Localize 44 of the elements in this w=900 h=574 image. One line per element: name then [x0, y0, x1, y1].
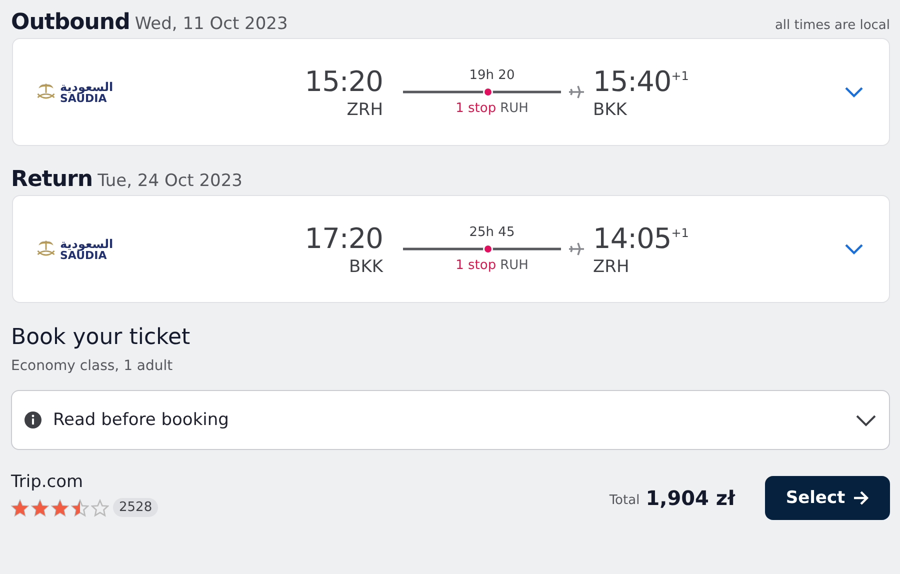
arrival-time: 14:05 — [593, 222, 672, 254]
star-icon — [31, 498, 49, 516]
info-icon — [24, 411, 42, 429]
airline-name: SAUDIA — [60, 92, 107, 104]
stop-count: 1 stop — [456, 258, 496, 273]
airport-code: ZRH — [593, 256, 630, 276]
stopover-airport: RUH — [500, 258, 528, 273]
section-title: Return — [11, 167, 93, 192]
notice-accordion[interactable]: Read before booking — [11, 390, 890, 450]
star-icon — [91, 498, 109, 516]
flight-duration: 25h 45 — [468, 225, 516, 240]
star-icon — [11, 498, 29, 516]
total-label: Total — [609, 492, 640, 508]
airline-name: السعودية — [60, 80, 114, 92]
airport-code: BKK — [593, 100, 627, 120]
stopover-airport: RUH — [500, 101, 528, 116]
provider-name: Trip.com — [11, 472, 84, 492]
airline-name: SAUDIA — [60, 250, 107, 260]
arrival-time: 15:40 — [593, 64, 672, 98]
chevron-icon[interactable] — [844, 86, 864, 98]
time-note: all times are local — [774, 18, 890, 35]
flight-duration: 19h 20 — [468, 68, 516, 83]
star-icon — [51, 498, 69, 516]
airport-code: BKK — [349, 256, 383, 276]
departure-time: 17:20 — [304, 222, 383, 254]
day-offset: +1 — [671, 226, 689, 240]
departure-time: 15:20 — [304, 64, 383, 98]
select-button[interactable]: Select — [765, 476, 890, 520]
total-price: 1,904 zł — [646, 486, 735, 510]
flight-date: Wed, 11 Oct 2023 — [134, 14, 288, 34]
section-title: Outbound — [11, 10, 130, 35]
stop-count: 1 stop — [456, 101, 496, 116]
chevron-icon[interactable] — [844, 243, 864, 255]
plane-icon — [569, 85, 585, 99]
fare-description: Economy class, 1 adult — [11, 358, 174, 374]
day-offset: +1 — [671, 68, 689, 82]
review-count: 2528 — [113, 498, 158, 517]
airport-code: ZRH — [346, 100, 383, 120]
arrow-icon — [853, 491, 870, 505]
plane-icon — [569, 242, 585, 256]
star-icon — [71, 498, 89, 516]
section-title: Book your ticket — [11, 325, 192, 350]
airline-name: السعودية — [60, 238, 114, 250]
flight-date: Tue, 24 Oct 2023 — [98, 171, 243, 191]
